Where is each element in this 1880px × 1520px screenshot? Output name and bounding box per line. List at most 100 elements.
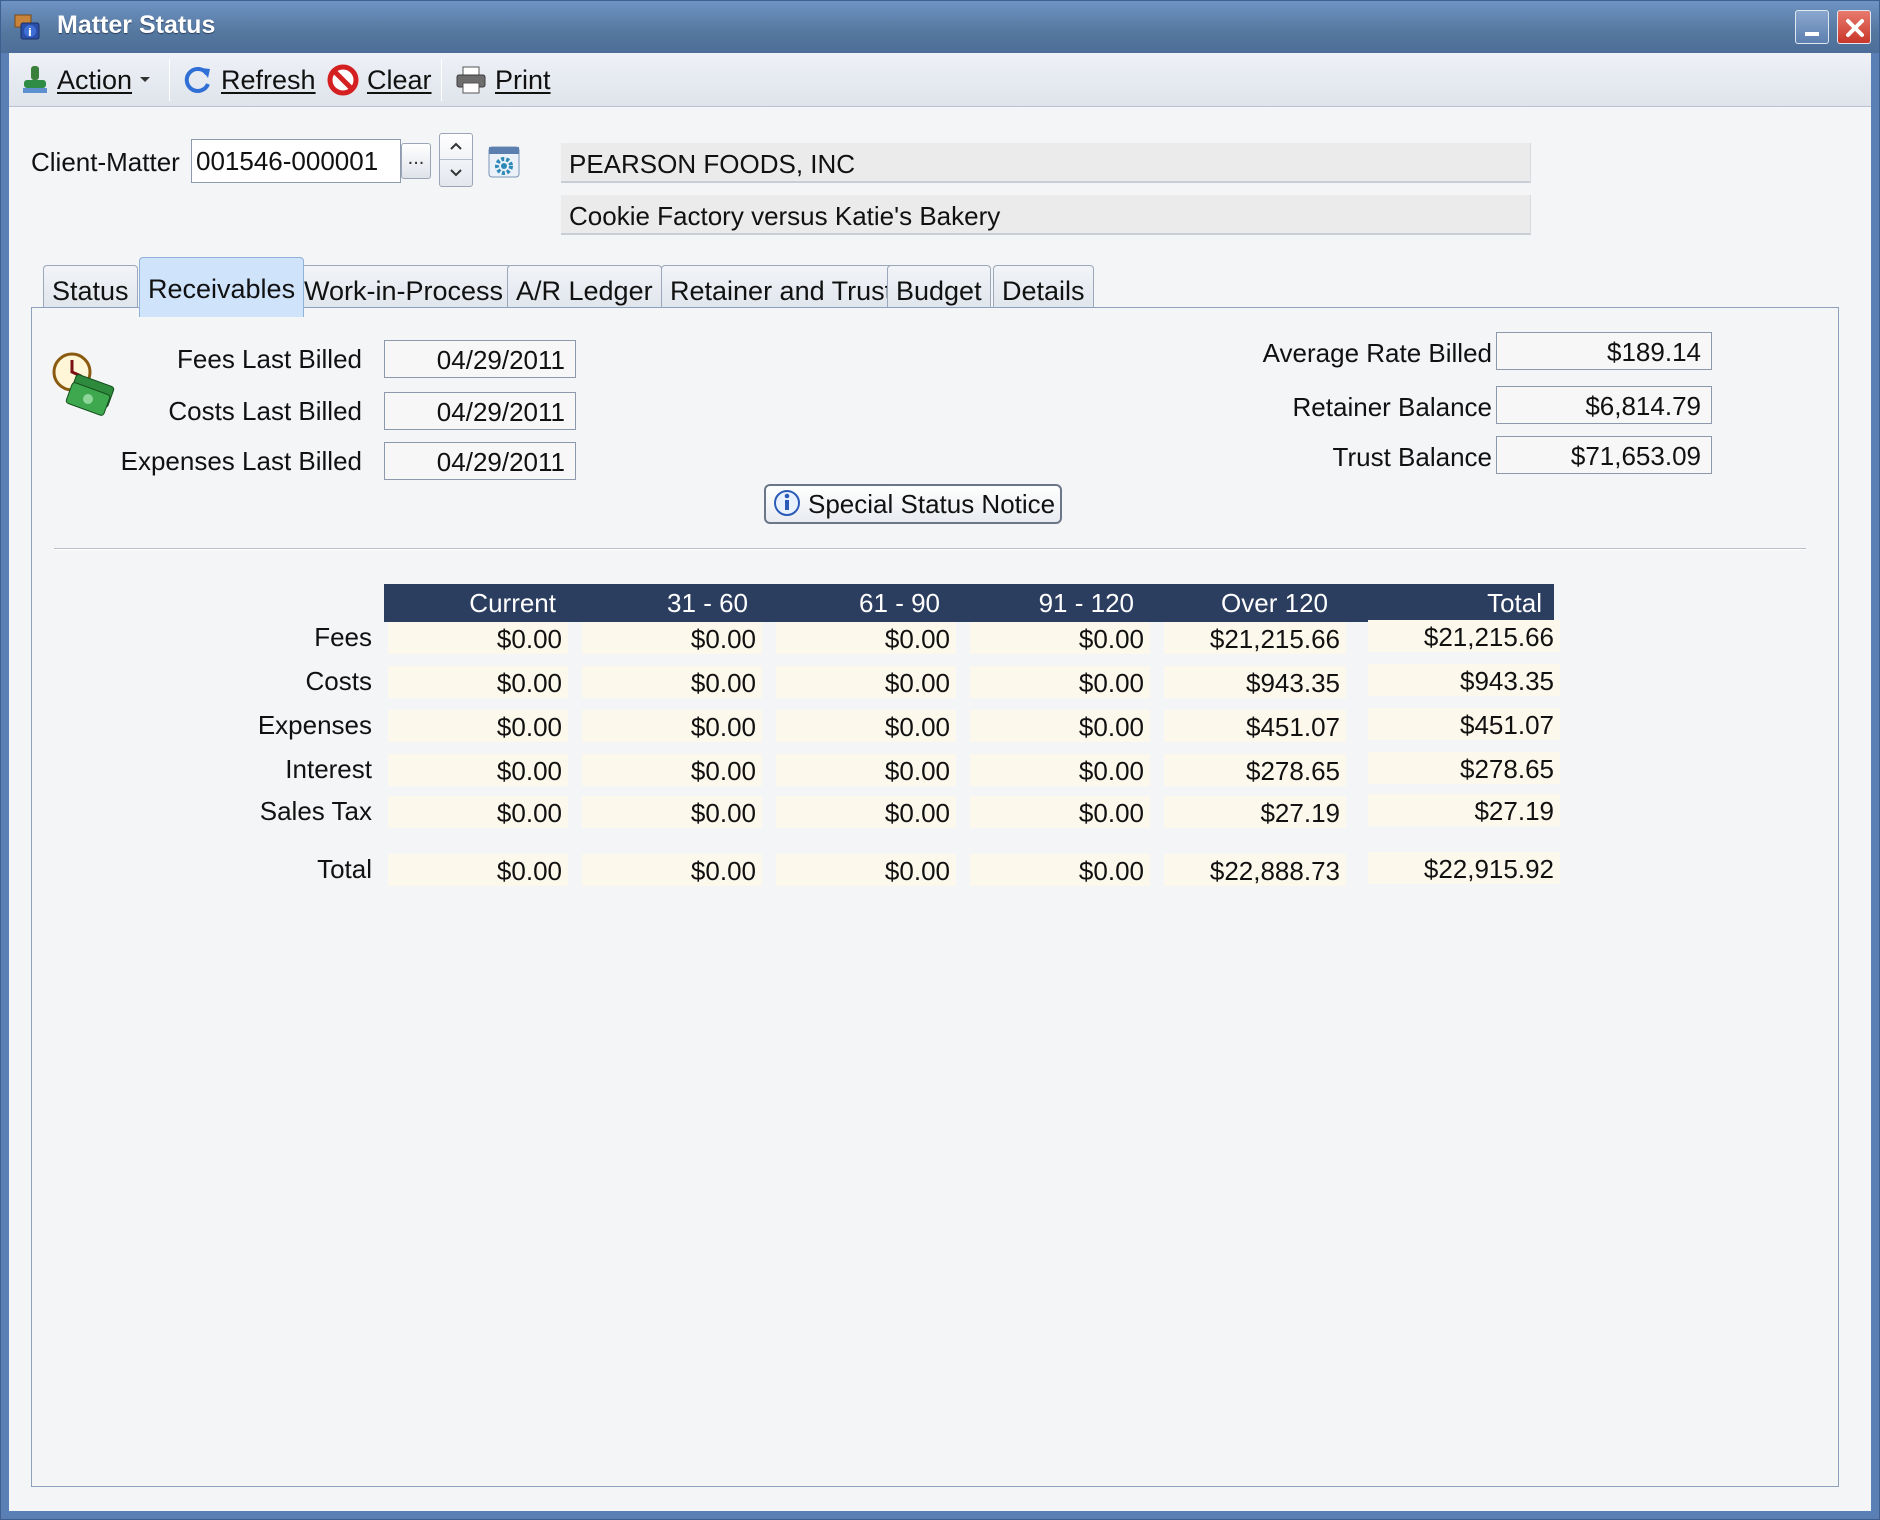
aging-cell: $0.00 — [970, 666, 1150, 698]
column-header-total: Total — [1487, 588, 1542, 618]
info-icon — [774, 490, 800, 516]
main-content: Client-Matter ... PEARSON FOODS, INC Coo… — [9, 107, 1871, 1511]
billing-clock-money-icon — [52, 352, 115, 416]
print-button[interactable]: Print — [455, 59, 551, 101]
client-matter-input[interactable] — [191, 139, 401, 183]
minimize-button[interactable] — [1795, 10, 1829, 44]
window-title: Matter Status — [57, 11, 216, 39]
matter-status-window: i Matter Status Action Refresh Clear Pri… — [0, 0, 1880, 1520]
aging-cell: $0.00 — [970, 854, 1150, 886]
aging-cell: $22,888.73 — [1164, 854, 1346, 886]
special-status-notice-label: Special Status Notice — [808, 488, 1056, 519]
tab-receivables[interactable]: Receivables — [139, 257, 305, 317]
aging-cell: $0.00 — [388, 622, 568, 654]
aging-cell: $21,215.66 — [1164, 622, 1346, 654]
refresh-icon — [184, 66, 210, 93]
retainer-balance-field: $6,814.79 — [1496, 386, 1712, 424]
aging-cell: $0.00 — [776, 710, 956, 742]
client-name-field: PEARSON FOODS, INC — [561, 143, 1531, 183]
aging-cell: $0.00 — [776, 754, 956, 786]
chevron-up-icon — [450, 142, 462, 150]
aging-cell: $0.00 — [388, 754, 568, 786]
aging-cell: $0.00 — [776, 854, 956, 886]
aging-cell: $0.00 — [582, 710, 762, 742]
aging-cell: $0.00 — [970, 622, 1150, 654]
column-header-31-60: 31 - 60 — [667, 588, 748, 618]
close-button[interactable] — [1837, 10, 1871, 44]
column-header-over-120: Over 120 — [1221, 588, 1328, 618]
aging-cell: $0.00 — [582, 854, 762, 886]
matter-description-field: Cookie Factory versus Katie's Bakery — [561, 195, 1531, 235]
toolbar: Action Refresh Clear Print — [9, 53, 1871, 107]
chevron-down-icon — [450, 169, 462, 177]
column-header-61-90: 61 - 90 — [859, 588, 940, 618]
expenses-last-billed-label: Expenses Last Billed — [120, 446, 362, 476]
svg-text:i: i — [28, 26, 32, 39]
spin-down-button[interactable] — [440, 161, 472, 187]
average-rate-billed-label: Average Rate Billed — [1262, 338, 1492, 368]
aging-cell: $0.00 — [388, 796, 568, 828]
aging-cell: $0.00 — [970, 710, 1150, 742]
clear-label: Clear — [367, 64, 432, 95]
aging-cell: $0.00 — [582, 754, 762, 786]
aging-cell: $451.07 — [1368, 708, 1560, 740]
print-label: Print — [495, 64, 551, 95]
no-entry-icon — [327, 64, 359, 96]
aging-cell: $943.35 — [1368, 664, 1560, 696]
aging-cell: $943.35 — [1164, 666, 1346, 698]
toolbar-separator — [169, 59, 170, 101]
row-label: Fees — [314, 622, 372, 652]
toolbar-separator — [441, 59, 442, 101]
action-label: Action — [57, 64, 133, 95]
printer-icon — [456, 66, 486, 94]
trust-balance-label: Trust Balance — [1332, 442, 1492, 472]
client-matter-label: Client-Matter — [31, 147, 180, 177]
aging-cell: $27.19 — [1368, 794, 1560, 826]
fees-last-billed-label: Fees Last Billed — [177, 344, 362, 374]
row-label: Total — [317, 854, 372, 884]
costs-last-billed-field: 04/29/2011 — [384, 392, 576, 430]
aging-cell: $0.00 — [582, 622, 762, 654]
retainer-balance-label: Retainer Balance — [1292, 392, 1492, 422]
receivables-panel: Fees Last Billed 04/29/2011 Costs Last B… — [31, 307, 1839, 1487]
aging-cell: $22,915.92 — [1368, 852, 1560, 884]
aging-cell: $0.00 — [388, 710, 568, 742]
row-label: Expenses — [257, 710, 372, 740]
row-label: Interest — [285, 754, 372, 784]
aging-cell: $278.65 — [1164, 754, 1346, 786]
refresh-label: Refresh — [221, 64, 316, 95]
aging-cell: $0.00 — [582, 666, 762, 698]
aging-cell: $0.00 — [970, 796, 1150, 828]
matter-spinner[interactable] — [439, 133, 473, 187]
close-icon — [1846, 19, 1864, 37]
action-stamp-icon — [23, 66, 47, 93]
aging-cell: $0.00 — [776, 666, 956, 698]
refresh-button[interactable]: Refresh — [183, 59, 316, 101]
aging-cell: $0.00 — [776, 622, 956, 654]
row-label: Sales Tax — [259, 796, 372, 826]
aging-cell: $0.00 — [388, 666, 568, 698]
clear-button[interactable]: Clear — [327, 59, 432, 101]
chevron-down-icon — [140, 77, 151, 82]
column-header-91-120: 91 - 120 — [1038, 588, 1134, 618]
aging-table-header: Current 31 - 60 61 - 90 91 - 120 Over 12… — [384, 584, 1554, 622]
special-status-notice-button[interactable]: Special Status Notice — [764, 484, 1062, 524]
aging-cell: $21,215.66 — [1368, 620, 1560, 652]
aging-cell: $0.00 — [970, 754, 1150, 786]
gear-icon[interactable] — [487, 145, 521, 179]
column-header-current: Current — [469, 588, 556, 618]
average-rate-billed-field: $189.14 — [1496, 332, 1712, 370]
spin-up-button[interactable] — [440, 134, 472, 160]
row-label: Costs — [305, 666, 372, 696]
trust-balance-field: $71,653.09 — [1496, 436, 1712, 474]
action-menu-button[interactable]: Action — [21, 59, 160, 101]
app-info-icon: i — [14, 14, 40, 40]
title-bar[interactable]: i Matter Status — [1, 1, 1879, 53]
aging-cell: $278.65 — [1368, 752, 1560, 784]
aging-cell: $0.00 — [388, 854, 568, 886]
lookup-button[interactable]: ... — [401, 143, 431, 179]
aging-cell: $27.19 — [1164, 796, 1346, 828]
costs-last-billed-label: Costs Last Billed — [168, 396, 362, 426]
aging-cell: $0.00 — [776, 796, 956, 828]
aging-cell: $0.00 — [582, 796, 762, 828]
